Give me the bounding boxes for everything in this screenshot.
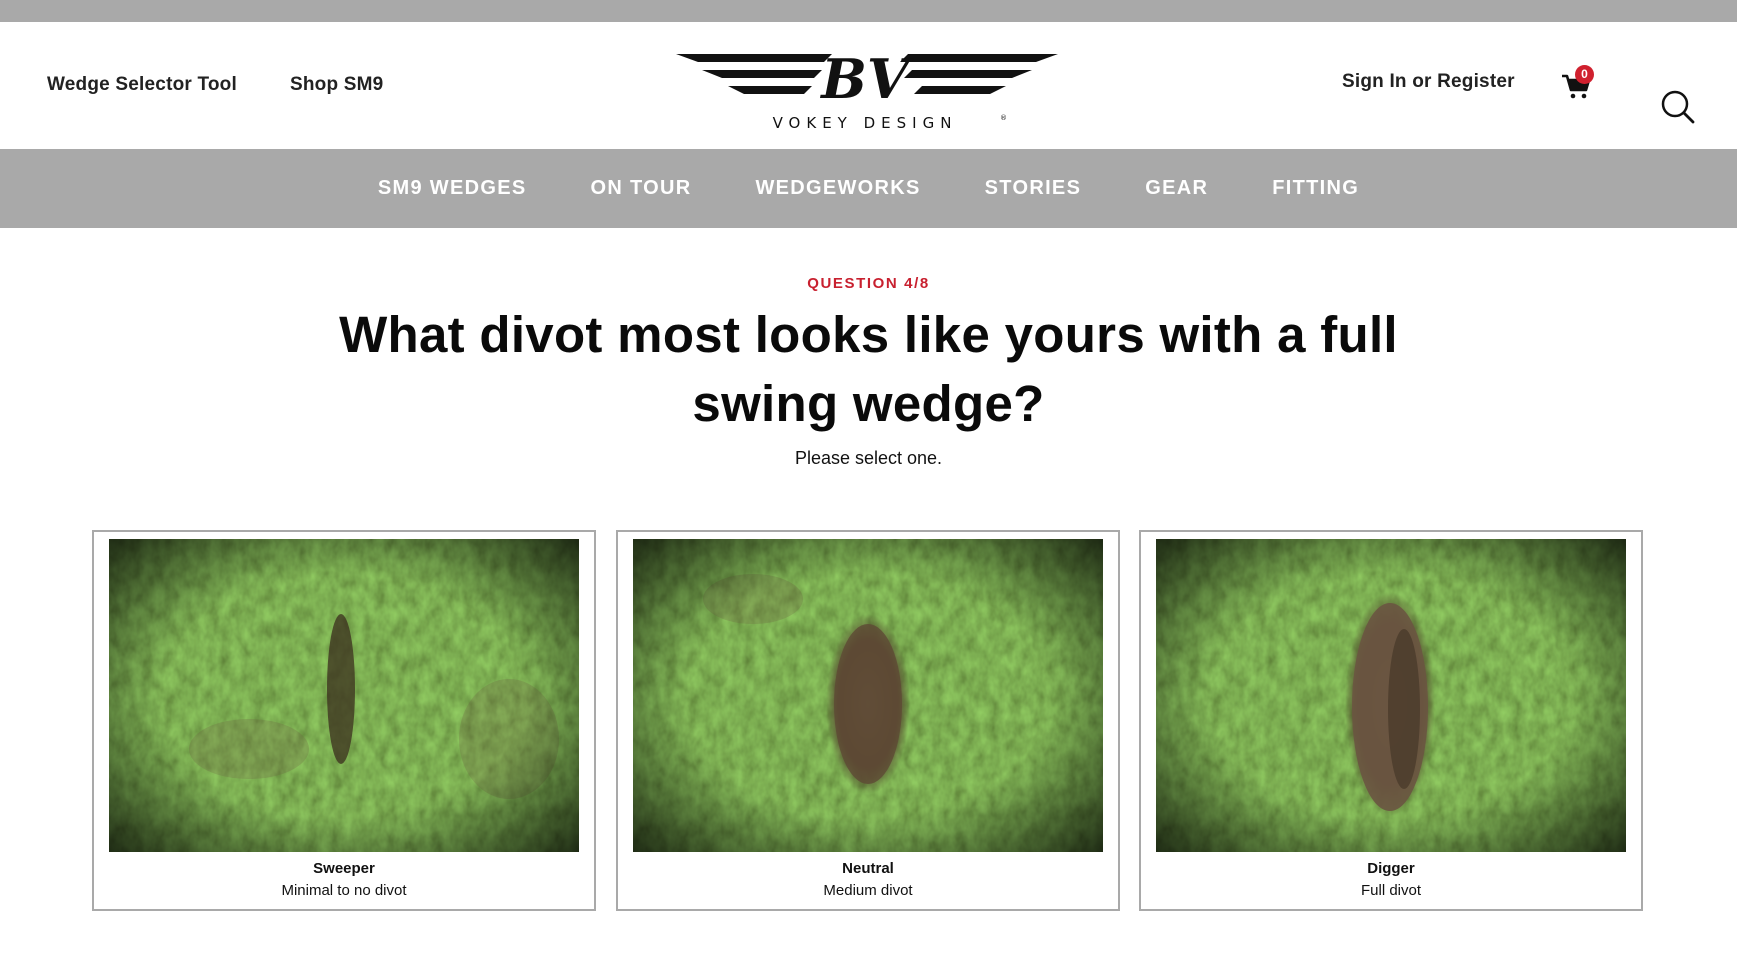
logo-monogram: BV — [819, 47, 914, 111]
wedge-selector-link[interactable]: Wedge Selector Tool — [47, 74, 237, 96]
option-card-neutral[interactable]: Neutral Medium divot — [616, 530, 1120, 911]
sign-in-link[interactable]: Sign In or Register — [1342, 71, 1515, 93]
main-nav: SM9 WEDGES ON TOUR WEDGEWORKS STORIES GE… — [0, 149, 1737, 228]
logo-wings-right — [900, 54, 1058, 94]
site-header: Wedge Selector Tool Shop SM9 BV VOKEY DE… — [0, 22, 1737, 149]
option-description: Medium divot — [823, 882, 913, 899]
option-title: Neutral — [842, 860, 894, 877]
top-bar — [0, 0, 1737, 22]
logo-wings-left — [676, 54, 832, 94]
logo-registered: ® — [1000, 114, 1007, 122]
neutral-divot-image — [633, 539, 1103, 852]
digger-divot-image — [1156, 539, 1626, 852]
search-icon[interactable] — [1660, 90, 1696, 126]
cart-count-badge: 0 — [1575, 65, 1594, 84]
option-title: Digger — [1367, 860, 1415, 877]
nav-item-on-tour[interactable]: ON TOUR — [590, 177, 691, 200]
nav-item-wedgeworks[interactable]: WEDGEWORKS — [755, 177, 920, 200]
question-counter: QUESTION 4/8 — [807, 275, 930, 292]
option-description: Minimal to no divot — [281, 882, 407, 899]
sweeper-divot-image — [109, 539, 579, 852]
option-card-digger[interactable]: Digger Full divot — [1139, 530, 1643, 911]
nav-item-fitting[interactable]: FITTING — [1272, 177, 1359, 200]
question-instructions: Please select one. — [794, 448, 943, 468]
option-description: Full divot — [1360, 882, 1422, 899]
vokey-logo[interactable]: BV VOKEY DESIGN ® — [672, 46, 1062, 136]
nav-item-sm9-wedges[interactable]: SM9 WEDGES — [378, 177, 527, 200]
option-title: Sweeper — [313, 860, 375, 877]
logo-wordmark: VOKEY DESIGN — [773, 114, 958, 132]
option-card-sweeper[interactable]: Sweeper Minimal to no divot — [92, 530, 596, 911]
question-title: What divot most looks like yours with a … — [339, 306, 1398, 432]
nav-item-stories[interactable]: STORIES — [985, 177, 1082, 200]
shop-sm9-link[interactable]: Shop SM9 — [290, 74, 383, 96]
nav-item-gear[interactable]: GEAR — [1145, 177, 1208, 200]
